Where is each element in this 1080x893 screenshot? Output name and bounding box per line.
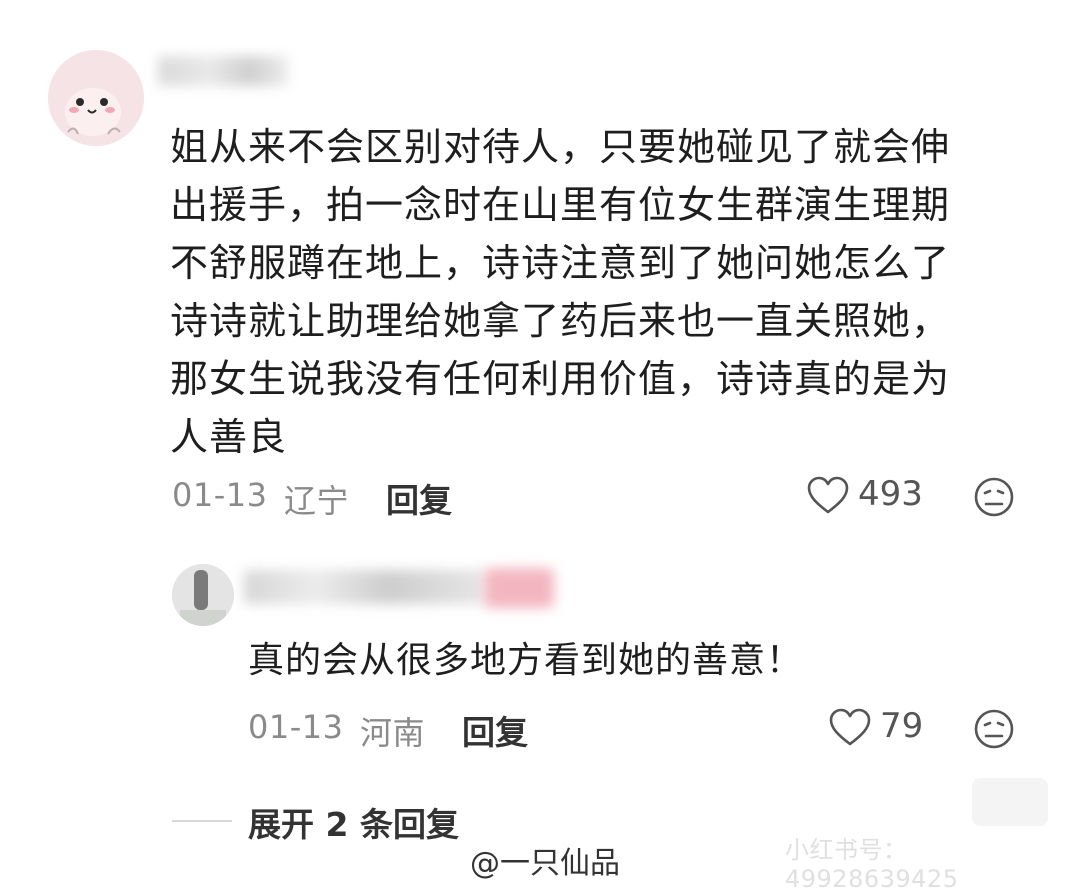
reply-location: 河南 [360, 714, 426, 752]
reply-button[interactable]: 回复 [386, 474, 452, 522]
comment-line: 出援手，拍一念时在山里有位女生群演生理期 [170, 183, 951, 227]
heart-icon[interactable] [806, 476, 850, 516]
meh-face-icon[interactable] [973, 708, 1015, 750]
comment-line: 不舒服蹲在地上，诗诗注意到了她问她怎么了 [170, 241, 951, 285]
comment-location: 辽宁 [284, 482, 350, 520]
reply-date: 01-13 [248, 708, 344, 746]
like-count: 79 [880, 706, 924, 746]
avatar-cartoon-icon [48, 50, 144, 146]
comment-body: 姐从来不会区别对待人，只要她碰见了就会伸 出援手，拍一念时在山里有位女生群演生理… [170, 118, 1020, 466]
comment-line: 诗诗就让助理给她拿了药后来也一直关照她， [170, 299, 951, 343]
reply-avatar[interactable] [172, 564, 234, 626]
comment-line: 姐从来不会区别对待人，只要她碰见了就会伸 [170, 125, 951, 169]
expand-replies-button[interactable]: 展开 2 条回复 [248, 798, 459, 846]
expand-divider [172, 820, 232, 822]
reply-body: 真的会从很多地方看到她的善意！ [248, 640, 804, 681]
like-count: 493 [858, 474, 923, 514]
username-blurred[interactable] [158, 56, 288, 86]
avatar-photo-icon [172, 564, 234, 626]
comment-line: 人善良 [170, 415, 288, 459]
heart-icon[interactable] [828, 708, 872, 748]
watermark-stamp [972, 778, 1048, 826]
comment-line: 那女生说我没有任何利用价值，诗诗真的是为 [170, 357, 951, 401]
avatar[interactable] [48, 50, 144, 146]
meh-face-icon[interactable] [973, 476, 1015, 518]
reply-user-badge [484, 568, 554, 608]
reply-username-blurred[interactable] [244, 570, 484, 604]
comment-date: 01-13 [172, 476, 268, 514]
reply-button[interactable]: 回复 [462, 706, 528, 754]
weibo-watermark: @一只仙品 [470, 846, 620, 881]
